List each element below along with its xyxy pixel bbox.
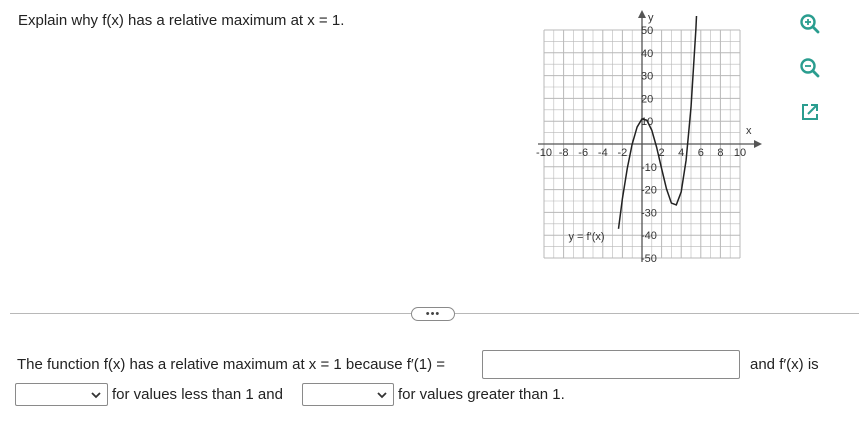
- question-text: Explain why f(x) has a relative maximum …: [18, 12, 345, 29]
- y-tick-label: -20: [641, 185, 657, 197]
- y-tick-label: 20: [641, 93, 653, 105]
- x-tick-label: -2: [618, 147, 628, 159]
- x-tick-label: -6: [578, 147, 588, 159]
- sign-right-select[interactable]: [302, 383, 394, 406]
- y-tick-label: 30: [641, 71, 653, 83]
- x-tick-label: -4: [598, 147, 608, 159]
- y-tick-label: 40: [641, 48, 653, 60]
- x-tick-label: 10: [734, 147, 746, 159]
- y-tick-label: -10: [641, 162, 657, 174]
- y-axis-label: y: [648, 12, 654, 24]
- answer-line2-end: for values greater than 1.: [398, 386, 565, 403]
- x-tick-label: 4: [678, 147, 684, 159]
- graph-svg: xy-10 -8 -6 -4 -2 2 4 6 8 105040302010-10-20-30-4…: [536, 10, 762, 265]
- derivative-graph: x y -10 -8 -6 -4 -2 2 4 6 8 10 50 40 30 20 10 -10 -20 -30 -4…: [528, 8, 778, 268]
- x-tick-label: -10: [536, 147, 552, 159]
- zoom-out-button[interactable]: [797, 55, 823, 81]
- zoom-in-button[interactable]: [797, 11, 823, 37]
- x-axis-label: x: [746, 125, 752, 137]
- x-axis-arrow: [754, 140, 762, 148]
- curve-label: y = f'(x): [569, 231, 605, 243]
- y-tick-label: -40: [641, 230, 657, 242]
- answer-line2-mid: for values less than 1 and: [112, 386, 283, 403]
- zoom-out-icon: [800, 58, 820, 78]
- zoom-in-icon: [800, 14, 820, 34]
- y-axis-arrow: [638, 10, 646, 18]
- x-tick-label: -8: [559, 147, 569, 159]
- external-window-icon: [802, 104, 818, 120]
- y-tick-label: 50: [641, 25, 653, 37]
- answer-line1-suffix: and f′(x) is: [750, 356, 819, 373]
- fprime-value-input[interactable]: [482, 350, 740, 379]
- x-tick-label: 6: [698, 147, 704, 159]
- chevron-down-icon: [91, 392, 101, 399]
- more-button[interactable]: •••: [411, 307, 455, 321]
- y-tick-label: -50: [641, 253, 657, 265]
- y-tick-label: -30: [641, 207, 657, 219]
- sign-left-select[interactable]: [15, 383, 108, 406]
- answer-line1-text: The function f(x) has a relative maximum…: [17, 356, 445, 373]
- chevron-down-icon: [377, 392, 387, 399]
- x-tick-label: 8: [717, 147, 723, 159]
- popout-button[interactable]: [797, 99, 823, 125]
